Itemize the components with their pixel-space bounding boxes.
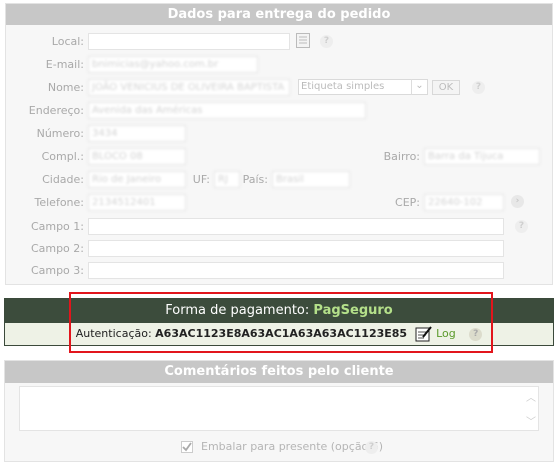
name-field[interactable]: JOÃO VENICIUS DE OLIVEIRA BAPTISTA: [88, 79, 290, 96]
chevron-right-icon[interactable]: ›: [511, 195, 524, 208]
delivery-panel-title: Dados para entrega do pedido: [6, 4, 552, 25]
number-field[interactable]: 3434: [88, 125, 186, 142]
label-type-select[interactable]: Etiqueta simples ⌄: [298, 79, 428, 95]
field1-input[interactable]: [88, 218, 504, 235]
ok-button[interactable]: OK: [432, 80, 460, 95]
chevron-down-icon: ⌄: [411, 79, 427, 95]
address-label: Endereço:: [28, 104, 84, 117]
label-type-selected: Etiqueta simples: [301, 81, 385, 92]
zip-label: CEP:: [395, 196, 420, 209]
field1-label: Campo 1:: [30, 220, 84, 233]
zip-field[interactable]: 22640-102: [424, 194, 504, 211]
neighborhood-field[interactable]: Barra da Tijuca: [424, 148, 540, 165]
comments-panel-title: Comentários feitos pelo cliente: [5, 361, 553, 383]
field3-label: Campo 3:: [30, 264, 84, 277]
local-label: Local:: [51, 35, 84, 48]
list-icon[interactable]: [296, 33, 310, 48]
city-field[interactable]: Rio de Janeiro: [88, 171, 186, 188]
scroll-up-icon[interactable]: ︿: [526, 389, 536, 404]
country-label: País:: [242, 173, 268, 186]
state-label: UF:: [192, 173, 210, 186]
help-icon[interactable]: ?: [472, 81, 485, 94]
state-field[interactable]: RJ: [214, 171, 240, 188]
local-field[interactable]: [88, 33, 290, 50]
email-field[interactable]: bnimicias@yahoo.com.br: [88, 56, 258, 73]
neighborhood-label: Bairro:: [383, 150, 420, 163]
help-icon[interactable]: ?: [365, 441, 378, 454]
gift-wrap-checkbox[interactable]: [181, 441, 193, 453]
field3-input[interactable]: [88, 262, 504, 279]
scroll-down-icon[interactable]: ﹀: [526, 413, 536, 428]
comments-textarea[interactable]: ︿ ﹀: [19, 386, 539, 431]
phone-field[interactable]: 2134512401: [88, 194, 186, 211]
help-icon[interactable]: ?: [320, 35, 333, 48]
comments-panel: Comentários feitos pelo cliente ︿ ﹀ Emba…: [4, 360, 554, 462]
country-field[interactable]: Brasil: [272, 171, 350, 188]
number-label: Número:: [36, 127, 84, 140]
complement-label: Compl.:: [41, 150, 84, 163]
city-label: Cidade:: [42, 173, 84, 186]
name-label: Nome:: [47, 81, 84, 94]
help-icon[interactable]: ?: [515, 220, 528, 233]
email-label: E-mail:: [45, 58, 84, 71]
field2-input[interactable]: [88, 240, 504, 257]
field2-label: Campo 2:: [30, 242, 84, 255]
delivery-panel: Dados para entrega do pedido Local: ? E-…: [5, 3, 553, 285]
highlight-box: [69, 292, 493, 353]
complement-field[interactable]: BLOCO 08: [88, 148, 186, 165]
phone-label: Telefone:: [34, 196, 85, 209]
gift-wrap-label: Embalar para presente (opção 6): [201, 440, 384, 453]
address-field[interactable]: Avenida das Américas: [88, 102, 366, 119]
